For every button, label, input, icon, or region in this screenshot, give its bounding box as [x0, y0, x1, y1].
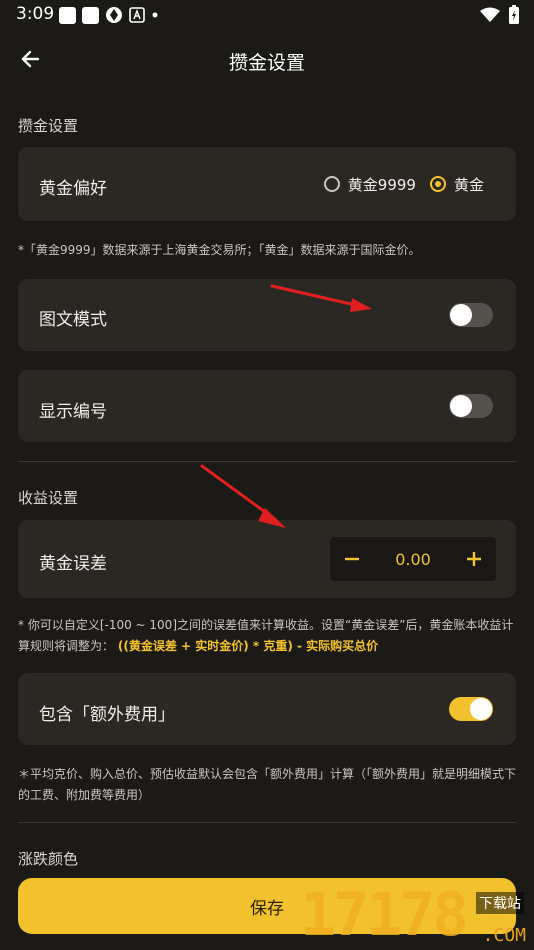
- red-arrow-annotation: [200, 464, 286, 528]
- show-number-toggle[interactable]: [449, 394, 493, 418]
- radio-unchecked-icon: [323, 176, 340, 192]
- extra-fee-card: 包含「额外费用」: [18, 673, 516, 745]
- gold-error-stepper: 0.00: [330, 537, 496, 581]
- watermark-logo: 17178 下载站 .COM: [300, 882, 530, 948]
- decrement-button[interactable]: [330, 537, 374, 581]
- gold-preference-label: 黄金偏好: [39, 179, 107, 199]
- font-icon: [129, 7, 145, 23]
- system-icons: [480, 5, 520, 25]
- status-time: 3:09: [16, 4, 55, 24]
- notification-icons: [59, 6, 159, 24]
- increment-button[interactable]: [452, 537, 496, 581]
- watermark-suffix: .COM: [482, 925, 526, 946]
- radio-checked-icon: [429, 176, 446, 192]
- app-header: 攒金设置: [0, 36, 534, 82]
- radio-gold-9999-label: 黄金9999: [347, 175, 416, 194]
- gold-preference-radio-group: 黄金9999 黄金: [323, 147, 484, 221]
- gold-source-note: *「黄金9999」数据来源于上海黄金交易所；「黄金」数据来源于国际金价。: [18, 243, 421, 257]
- toggle-knob: [450, 395, 472, 417]
- image-text-mode-card: 图文模式: [18, 279, 516, 351]
- red-arrow-annotation: [270, 284, 372, 312]
- radio-gold-9999[interactable]: 黄金9999: [323, 174, 416, 195]
- image-text-mode-label: 图文模式: [39, 310, 107, 330]
- gold-error-note: * 你可以自定义[-100 ~ 100]之间的误差值来计算收益。设置“黄金误差”…: [18, 615, 518, 657]
- toggle-knob: [470, 698, 492, 720]
- image-text-mode-toggle[interactable]: [449, 303, 493, 327]
- watermark-badge: 下载站: [476, 892, 524, 914]
- gold-error-label: 黄金误差: [39, 554, 107, 574]
- minus-icon: [345, 557, 359, 561]
- extra-fee-note: ＊平均克价、购入总价、预估收益默认会包含「额外费用」计算（「额外费用」就是明细模…: [18, 767, 517, 802]
- toggle-knob: [450, 304, 472, 326]
- show-number-label: 显示编号: [39, 402, 107, 422]
- gold-error-value[interactable]: 0.00: [395, 550, 431, 569]
- extra-fee-toggle[interactable]: [449, 697, 493, 721]
- extra-fee-label: 包含「额外费用」: [39, 705, 175, 725]
- wifi-icon: [480, 7, 500, 22]
- radio-gold-label: 黄金: [453, 175, 484, 194]
- watermark-text: 17178: [300, 880, 469, 950]
- section-title-income: 收益设置: [18, 489, 79, 507]
- app-notification-icon: [82, 6, 99, 24]
- plus-icon: [467, 552, 481, 566]
- aperture-icon: [106, 7, 122, 23]
- section-divider: [18, 822, 516, 823]
- section-title-color: 涨跌颜色: [18, 850, 79, 868]
- section-title-zanjin: 攒金设置: [18, 117, 79, 135]
- dot-icon: [152, 12, 158, 18]
- battery-icon: [509, 5, 519, 24]
- app-notification-icon: [59, 6, 76, 24]
- status-bar: 3:09: [0, 0, 534, 30]
- radio-gold[interactable]: 黄金: [429, 174, 484, 195]
- show-number-card: 显示编号: [18, 370, 516, 442]
- gold-preference-card: 黄金偏好 黄金9999 黄金: [18, 147, 516, 221]
- page-title: 攒金设置: [228, 52, 305, 74]
- gold-error-formula: ((黄金误差 + 实时金价) * 克重) - 实际购买总价: [117, 639, 379, 653]
